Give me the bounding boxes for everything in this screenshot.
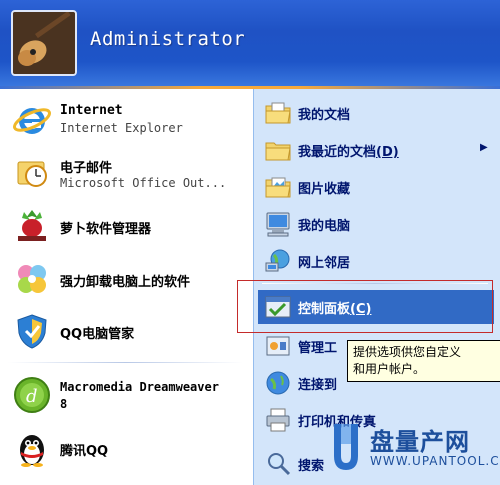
place-label: 网上邻居 [298, 256, 351, 271]
program-item-uninstaller[interactable]: 强力卸载电脑上的软件 [0, 256, 253, 304]
program-label: 电子邮件 [60, 161, 113, 176]
place-label: 管理工 [298, 341, 338, 356]
annotation-highlight-box [237, 280, 493, 333]
program-label: QQ电脑管家 [60, 327, 135, 342]
pictures-folder-icon [265, 177, 291, 198]
recent-folder-icon [265, 142, 291, 161]
program-item-email[interactable]: 电子邮件 Microsoft Office Out... [0, 150, 253, 200]
start-menu: Administrator Internet Internet Explorer… [0, 0, 500, 485]
submenu-arrow-icon: ▶ [480, 142, 488, 153]
place-label-main: 我最近的文档 [298, 145, 377, 160]
username: Administrator [90, 28, 246, 50]
dreamweaver-icon: d [14, 377, 50, 413]
guitar-icon [13, 12, 75, 74]
my-computer-icon [266, 212, 290, 237]
internet-explorer-icon [13, 108, 51, 134]
uninstaller-icon [18, 265, 46, 293]
start-menu-header: Administrator [0, 0, 500, 88]
documents-folder-icon [265, 102, 291, 124]
place-my-computer[interactable]: 我的电脑 [258, 207, 494, 241]
program-sublabel: Internet Explorer [60, 121, 183, 135]
outlook-icon [17, 161, 47, 187]
svg-text:d: d [26, 386, 38, 407]
tooltip-line-2: 和用户帐户。 [353, 362, 426, 376]
admin-tools-icon [266, 336, 290, 356]
site-watermark: 盘量产网 WWW.UPANTOOL.COM [326, 420, 500, 480]
left-pane-separator [8, 362, 243, 363]
place-recent-documents[interactable]: 我最近的文档(D) ▶ [258, 133, 494, 167]
control-panel-tooltip: 提供选项供您自定义 和用户帐户。 [347, 340, 500, 382]
search-icon [268, 453, 291, 476]
qq-penguin-icon [20, 435, 44, 467]
place-label: 搜索 [298, 459, 325, 474]
tooltip-line-1: 提供选项供您自定义 [353, 345, 462, 359]
printer-icon [266, 408, 290, 432]
program-label: Internet [60, 103, 123, 118]
place-label-key: (D) [376, 145, 399, 160]
connect-icon [266, 371, 290, 395]
program-label-line1: Macromedia Dreamweaver [60, 380, 219, 394]
place-my-documents[interactable]: 我的文档 [258, 96, 494, 130]
program-label: 腾讯QQ [60, 444, 109, 459]
usb-drive-logo-icon [334, 424, 358, 470]
radish-software-manager-icon [18, 210, 46, 241]
program-item-radish-manager[interactable]: 萝卜软件管理器 [0, 204, 253, 252]
program-sublabel: Microsoft Office Out... [60, 176, 227, 190]
network-icon [265, 249, 290, 272]
program-item-internet[interactable]: Internet Internet Explorer [0, 95, 253, 145]
qq-pc-manager-icon [17, 314, 47, 349]
place-label: 连接到 [298, 378, 338, 393]
program-item-qq-pc-manager[interactable]: QQ电脑管家 [0, 308, 253, 356]
place-label: 图片收藏 [298, 182, 351, 197]
program-item-tencent-qq[interactable]: 腾讯QQ [0, 425, 253, 473]
place-label: 我最近的文档(D) [298, 141, 399, 160]
watermark-brand: 盘量产网 [370, 428, 470, 456]
program-item-dreamweaver[interactable]: d Macromedia Dreamweaver 8 [0, 370, 253, 420]
program-label: 强力卸载电脑上的软件 [60, 275, 191, 290]
program-label-line2: 8 [60, 397, 68, 411]
place-label: 我的文档 [298, 108, 351, 123]
watermark-url: WWW.UPANTOOL.COM [370, 454, 500, 468]
place-network[interactable]: 网上邻居 [258, 244, 494, 278]
place-label: 我的电脑 [298, 219, 351, 234]
user-avatar[interactable] [11, 10, 77, 76]
place-my-pictures[interactable]: 图片收藏 [258, 170, 494, 204]
program-label: 萝卜软件管理器 [60, 222, 152, 237]
